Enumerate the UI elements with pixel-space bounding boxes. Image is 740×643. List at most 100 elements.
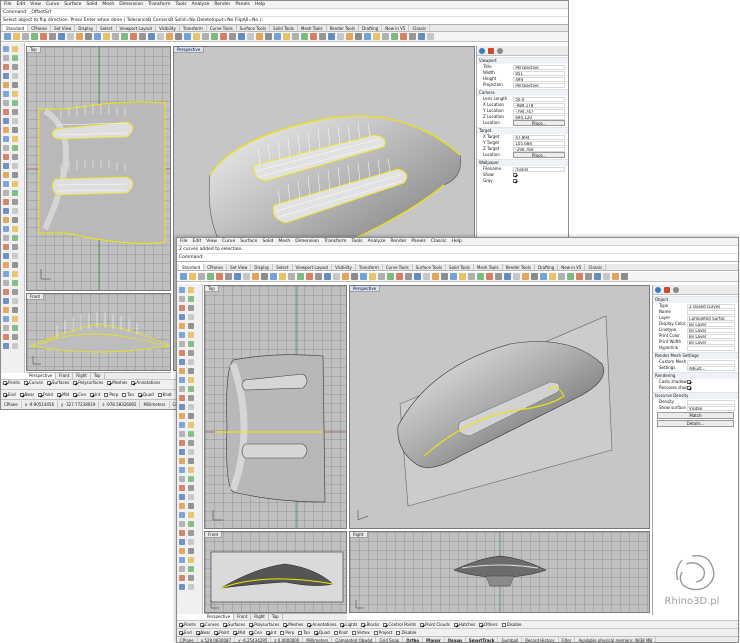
status-cell[interactable]: SmartTrack	[466, 637, 499, 642]
tool-icon[interactable]	[188, 458, 194, 464]
checkbox[interactable]	[138, 392, 143, 397]
toolbar-button-icon[interactable]	[364, 33, 371, 40]
prop-value[interactable]: 105.684	[513, 140, 565, 146]
prop-value[interactable]	[687, 309, 735, 315]
tab-drafting[interactable]: Drafting	[359, 25, 383, 31]
checkbox[interactable]	[200, 622, 205, 627]
toolbar-button-icon[interactable]	[193, 33, 200, 40]
osnap-cen[interactable]: Cen	[249, 630, 262, 635]
toolbar-button-icon[interactable]	[369, 273, 376, 280]
tool-icon[interactable]	[188, 440, 194, 446]
tool-icon[interactable]	[12, 91, 18, 97]
checkbox[interactable]	[131, 380, 136, 385]
toolbar-button-icon[interactable]	[441, 273, 448, 280]
tool-icon[interactable]	[179, 368, 185, 374]
osnap-int[interactable]: Int	[266, 630, 276, 635]
tab-cplanes[interactable]: CPlanes	[28, 25, 52, 31]
toolbar-button-icon[interactable]	[396, 273, 403, 280]
toolbar-button-icon[interactable]	[612, 273, 619, 280]
tool-icon[interactable]	[188, 503, 194, 509]
toolbar-button-icon[interactable]	[418, 33, 425, 40]
tool-icon[interactable]	[188, 575, 194, 581]
checkbox[interactable]	[24, 380, 29, 385]
checkbox[interactable]	[19, 392, 24, 397]
menu-panels[interactable]: Panels	[235, 1, 249, 9]
prop-value[interactable]: -794.747	[513, 108, 565, 114]
toolbar-button-icon[interactable]	[409, 33, 416, 40]
toolbar-button-icon[interactable]	[261, 273, 268, 280]
casts-shadows-checkbox[interactable]	[687, 380, 691, 384]
menu-classic[interactable]: Classic	[431, 238, 447, 246]
tool-icon[interactable]	[188, 395, 194, 401]
prop-value[interactable]: -290.760	[513, 146, 565, 152]
osnap-tan[interactable]: Tan	[122, 392, 134, 397]
layers-icon[interactable]	[488, 48, 494, 54]
toolbar-button-icon[interactable]	[265, 33, 272, 40]
tool-icon[interactable]	[188, 539, 194, 545]
filter-polysurfaces[interactable]: Polysurfaces	[249, 622, 279, 627]
tool-icon[interactable]	[3, 280, 9, 286]
toolbar-button-icon[interactable]	[220, 33, 227, 40]
toolbar-button-icon[interactable]	[112, 33, 119, 40]
tool-icon[interactable]	[3, 307, 9, 313]
tool-icon[interactable]	[188, 287, 194, 293]
menu-mesh[interactable]: Mesh	[102, 1, 114, 9]
checkbox[interactable]	[298, 630, 303, 635]
tool-icon[interactable]	[188, 314, 194, 320]
tool-icon[interactable]	[3, 91, 9, 97]
toolbar-button-icon[interactable]	[603, 273, 610, 280]
tool-icon[interactable]	[3, 217, 9, 223]
checkbox[interactable]	[333, 630, 338, 635]
tool-icon[interactable]	[179, 485, 185, 491]
toolbar-button-icon[interactable]	[238, 33, 245, 40]
toolbar-button-icon[interactable]	[180, 273, 187, 280]
tool-icon[interactable]	[12, 55, 18, 61]
menu-transform[interactable]: Transform	[148, 1, 170, 9]
tool-icon[interactable]	[12, 298, 18, 304]
toolbar-button-icon[interactable]	[58, 33, 65, 40]
prop-value[interactable]: Completed Surfac	[687, 315, 735, 321]
checkbox[interactable]	[73, 380, 78, 385]
viewport-label-perspective[interactable]: Perspective	[174, 47, 205, 53]
tool-icon[interactable]	[179, 404, 185, 410]
tool-icon[interactable]	[12, 136, 18, 142]
tab-transform[interactable]: Transform	[180, 25, 207, 31]
tab-viewport-layout[interactable]: Viewport Layout	[293, 264, 333, 270]
toolbar-button-icon[interactable]	[423, 273, 430, 280]
toolbar-button-icon[interactable]	[378, 273, 385, 280]
place-button-2[interactable]: Place...	[513, 152, 565, 158]
tool-icon[interactable]	[179, 467, 185, 473]
checkbox[interactable]	[179, 630, 183, 635]
viewport-label-top[interactable]: Top	[27, 47, 41, 53]
display-icon[interactable]	[497, 48, 503, 54]
checkbox[interactable]	[479, 622, 484, 627]
tool-icon[interactable]	[179, 530, 185, 536]
tool-icon[interactable]	[179, 575, 185, 581]
toolbar-button-icon[interactable]	[279, 273, 286, 280]
toolbar-button-icon[interactable]	[328, 33, 335, 40]
tool-icon[interactable]	[12, 109, 18, 115]
prop-value[interactable]: 851	[513, 70, 565, 76]
prop-value[interactable]: 50.0	[513, 96, 565, 102]
toolbar-button-icon[interactable]	[31, 33, 38, 40]
toolbar-button-icon[interactable]	[175, 33, 182, 40]
toolbar-button-icon[interactable]	[333, 273, 340, 280]
tool-icon[interactable]	[3, 262, 9, 268]
status-cell[interactable]: Osnap	[445, 637, 466, 642]
toolbar-button-icon[interactable]	[216, 273, 223, 280]
tool-icon[interactable]	[179, 431, 185, 437]
checkbox[interactable]	[266, 630, 271, 635]
tool-icon[interactable]	[12, 100, 18, 106]
toolbar-button-icon[interactable]	[49, 33, 56, 40]
prop-value[interactable]: Perspective	[513, 64, 565, 70]
menu-render[interactable]: Render	[214, 1, 230, 9]
filter-curves[interactable]: Curves	[200, 622, 219, 627]
tool-icon[interactable]	[3, 109, 9, 115]
toolbar-button-icon[interactable]	[522, 273, 529, 280]
tab-standard[interactable]: Standard	[179, 264, 205, 270]
filter-others[interactable]: Others	[479, 622, 498, 627]
checkbox[interactable]	[222, 622, 227, 627]
toolbar-button-icon[interactable]	[459, 273, 466, 280]
filter-surfaces[interactable]: Surfaces	[222, 622, 245, 627]
prop-value[interactable]: 694.120	[513, 114, 565, 120]
